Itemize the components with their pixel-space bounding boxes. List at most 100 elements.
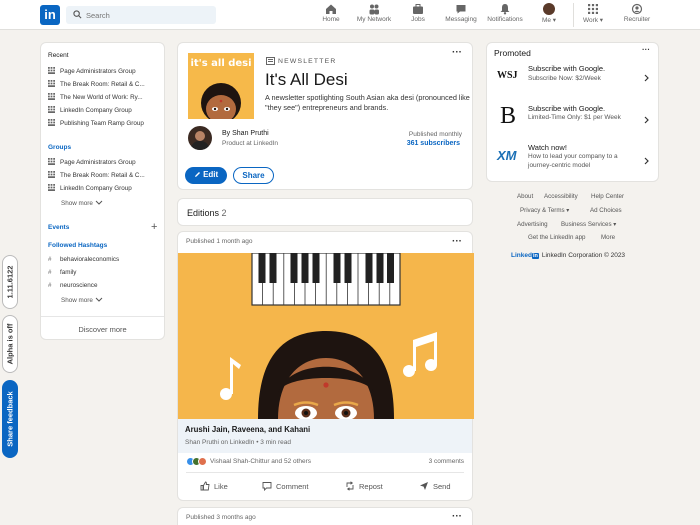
- nav-my-network[interactable]: My Network: [352, 3, 396, 29]
- alpha-toggle-tab[interactable]: Alpha is off: [2, 315, 18, 373]
- newsletter-title: It's All Desi: [265, 70, 348, 89]
- cover-title: it's all desi: [190, 58, 252, 69]
- post-more-icon[interactable]: ···: [452, 237, 462, 247]
- list-item[interactable]: LinkedIn Company Group: [48, 184, 132, 192]
- newsletter-more-icon[interactable]: ···: [452, 48, 462, 58]
- list-item[interactable]: Page Administrators Group: [48, 158, 136, 166]
- list-item[interactable]: The New World of Work: Ry...: [48, 93, 143, 101]
- like-button[interactable]: Like: [200, 481, 228, 491]
- reaction-icons: [186, 457, 207, 466]
- chevron-right-icon: [644, 157, 649, 165]
- footer-link-more[interactable]: More: [601, 234, 615, 241]
- share-feedback-tab[interactable]: Share feedback: [2, 380, 18, 458]
- repost-button[interactable]: Repost: [345, 481, 383, 491]
- list-item-label: The Break Room: Retail & C...: [60, 172, 145, 179]
- nav-label: Me ▾: [541, 17, 557, 24]
- recruiter-icon: [631, 3, 643, 15]
- list-item[interactable]: The Break Room: Retail & C...: [48, 171, 145, 179]
- show-more-label: Show more: [61, 297, 93, 304]
- footer-link-privacy-terms[interactable]: Privacy & Terms ▾: [520, 207, 569, 214]
- nav-label: Work ▾: [582, 17, 604, 24]
- promoted-heading: Promoted: [494, 48, 531, 58]
- hashtag-item[interactable]: # family: [48, 269, 76, 276]
- nav-home[interactable]: Home: [316, 3, 346, 29]
- editions-header: Editions 2: [187, 208, 227, 218]
- group-icon: [48, 158, 55, 165]
- comments-count[interactable]: 3 comments: [429, 458, 464, 465]
- hashtag-label: family: [60, 269, 77, 276]
- show-more-groups[interactable]: Show more: [61, 200, 103, 207]
- nav-jobs[interactable]: Jobs: [405, 3, 431, 29]
- footer-link-get-app[interactable]: Get the LinkedIn app: [528, 234, 585, 241]
- hashtags-heading[interactable]: Followed Hashtags: [48, 242, 107, 249]
- edit-button[interactable]: Edit: [185, 167, 227, 184]
- editions-label: Editions: [187, 208, 220, 218]
- footer-link-about[interactable]: About: [517, 193, 533, 200]
- search-input[interactable]: [86, 8, 206, 22]
- hashtag-item[interactable]: # behavioraleconomics: [48, 256, 119, 263]
- footer-link-accessibility[interactable]: Accessibility: [544, 193, 578, 200]
- post-meta: Shan Pruthi on LinkedIn • 3 min read: [185, 439, 291, 446]
- comment-button[interactable]: Comment: [262, 481, 309, 492]
- ad-logo: WSJ: [497, 70, 518, 81]
- divider: [186, 472, 464, 473]
- nav-work[interactable]: Work ▾: [578, 3, 608, 29]
- author-avatar[interactable]: [188, 126, 212, 150]
- share-label: Share: [242, 171, 265, 180]
- subscriber-count[interactable]: 361 subscribers: [407, 140, 460, 147]
- nav-notifications[interactable]: Notifications: [484, 3, 526, 29]
- send-button[interactable]: Send: [419, 481, 451, 491]
- footer-link-help-center[interactable]: Help Center: [591, 193, 624, 200]
- footer-link-advertising[interactable]: Advertising: [517, 221, 548, 228]
- nav-me[interactable]: Me ▾: [536, 3, 562, 29]
- nav-recruiter[interactable]: Recruiter: [619, 3, 655, 29]
- footer-link-business-services[interactable]: Business Services ▾: [561, 221, 616, 228]
- repost-label: Repost: [359, 482, 383, 491]
- alpha-label: Alpha is off: [5, 323, 15, 365]
- list-item[interactable]: Publishing Team Ramp Group: [48, 119, 144, 127]
- hashtag-item[interactable]: # neuroscience: [48, 282, 97, 289]
- reactions-summary[interactable]: Vishaal Shah-Chittur and 52 others: [210, 458, 311, 465]
- newsletter-cover: it's all desi: [188, 53, 254, 119]
- show-more-hashtags[interactable]: Show more: [61, 297, 103, 304]
- thumbs-up-icon: [200, 481, 210, 491]
- list-item[interactable]: LinkedIn Company Group: [48, 106, 132, 114]
- nav-label: Messaging: [445, 16, 477, 23]
- nav-divider: [573, 3, 574, 27]
- events-heading[interactable]: Events: [48, 224, 69, 231]
- show-more-label: Show more: [61, 200, 93, 207]
- linkedin-logo[interactable]: in: [40, 5, 60, 25]
- ad-item[interactable]: WSJ Subscribe with Google. Subscribe Now…: [487, 61, 658, 99]
- footer-brand-in: in: [531, 253, 539, 259]
- avatar: [543, 3, 555, 15]
- network-icon: [369, 4, 379, 15]
- briefcase-icon: [413, 4, 423, 14]
- chevron-down-icon: [95, 200, 102, 205]
- post-image[interactable]: [178, 253, 474, 419]
- ad-item[interactable]: XM Watch now! How to lead your company t…: [487, 141, 658, 181]
- post-title[interactable]: Arushi Jain, Raveena, and Kahani: [185, 425, 310, 434]
- top-navigation-bar: in Home My Network Jobs Messaging Notifi…: [0, 0, 700, 30]
- ad-item[interactable]: B Subscribe with Google. Limited-Time On…: [487, 101, 658, 139]
- like-label: Like: [214, 482, 228, 491]
- footer-link-ad-choices[interactable]: Ad Choices: [590, 207, 622, 214]
- divider: [41, 316, 164, 317]
- list-item[interactable]: The Break Room: Retail & C...: [48, 80, 145, 88]
- promoted-more-icon[interactable]: ···: [642, 46, 650, 54]
- groups-heading[interactable]: Groups: [48, 144, 71, 151]
- list-item-label: Publishing Team Ramp Group: [60, 120, 144, 127]
- group-icon: [48, 184, 55, 191]
- add-event-button[interactable]: +: [151, 221, 157, 233]
- list-item[interactable]: Page Administrators Group: [48, 67, 136, 75]
- post-more-icon[interactable]: ···: [452, 512, 462, 522]
- search-box[interactable]: [66, 6, 216, 24]
- version-tab[interactable]: 1.11.6122: [2, 255, 18, 309]
- author-name[interactable]: By Shan Pruthi: [222, 130, 269, 137]
- promoted-card: Promoted ··· WSJ Subscribe with Google. …: [486, 42, 659, 182]
- share-button[interactable]: Share: [233, 167, 274, 184]
- discover-more-link[interactable]: Discover more: [41, 325, 164, 334]
- nav-messaging[interactable]: Messaging: [442, 3, 480, 29]
- send-icon: [420, 482, 428, 490]
- ad-title: Subscribe with Google.: [528, 64, 606, 73]
- newsletter-icon: [266, 57, 275, 65]
